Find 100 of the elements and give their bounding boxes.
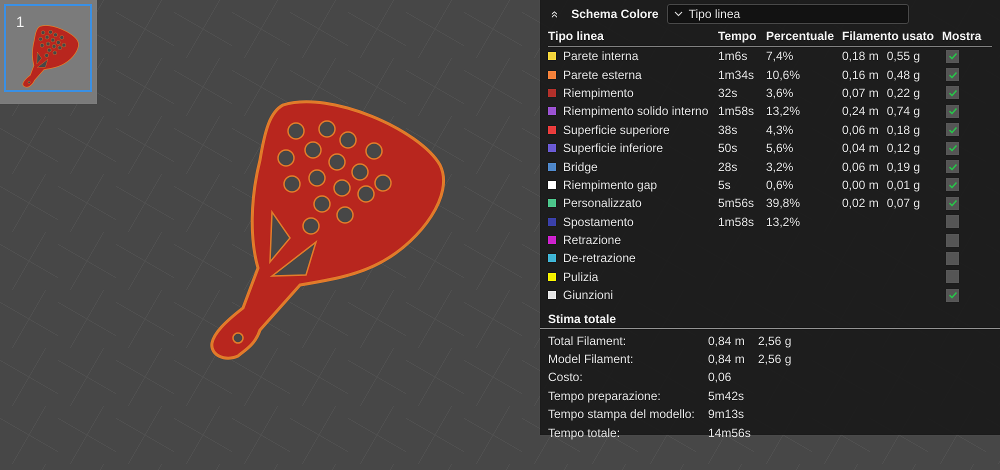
- length-cell-text: 0,06 m: [842, 122, 879, 139]
- estimate-value: 2,56 g: [758, 351, 792, 368]
- checkmark-icon: [948, 124, 958, 135]
- column-header: Percentuale: [766, 26, 842, 47]
- weight-cell-text: 0,22 g: [886, 84, 920, 102]
- plate-number: 1: [16, 14, 24, 31]
- time-cell-text: 28s: [718, 158, 738, 176]
- length-cell-text: 0,24 m: [842, 103, 879, 120]
- estimate-label: Model Filament:: [548, 351, 634, 368]
- column-header: Tempo: [718, 26, 766, 47]
- weight-cell-text: 0,19 g: [886, 158, 920, 176]
- percent-cell-text: 0,6%: [766, 176, 794, 194]
- checkmark-icon: [948, 51, 958, 62]
- line-type-name: Spostamento: [563, 214, 634, 231]
- column-header: Filamento usato: [842, 26, 942, 47]
- estimate-value: 0,06: [708, 369, 732, 386]
- show-checkbox[interactable]: [946, 178, 959, 192]
- show-checkbox[interactable]: [946, 288, 959, 302]
- time-cell-text: 50s: [718, 140, 738, 158]
- time-cell-text: 5s: [718, 176, 732, 194]
- checkmark-icon: [948, 70, 958, 80]
- time-cell-text: 1m6s: [718, 48, 748, 66]
- panel-title: Schema Colore: [571, 7, 659, 21]
- weight-cell-text: 0,48 g: [886, 66, 920, 84]
- show-checkbox[interactable]: [946, 270, 959, 284]
- time-cell-text: 5m56s: [718, 195, 756, 212]
- checkmark-icon: [948, 180, 958, 190]
- percent-cell-text: 7,4%: [766, 48, 794, 66]
- time-cell-text: 1m58s: [718, 103, 756, 120]
- line-type-name: Superficie superiore: [563, 122, 670, 139]
- show-checkbox[interactable]: [946, 196, 959, 210]
- line-type-name: Pulizia: [563, 268, 598, 286]
- checkmark-icon: [948, 162, 958, 172]
- length-cell-text: 0,18 m: [842, 48, 879, 66]
- estimate-value: 0,84 m: [708, 332, 746, 350]
- line-type-name: Riempimento gap: [563, 176, 658, 194]
- weight-cell-text: 0,07 g: [886, 195, 920, 212]
- estimate-value: 5m42s: [708, 388, 746, 405]
- estimate-value: 14m56s: [708, 424, 752, 442]
- length-cell-text: 0,16 m: [842, 66, 879, 84]
- show-checkbox[interactable]: [946, 142, 959, 155]
- section-title: Stima totale: [540, 304, 1000, 330]
- line-type-name: Superficie inferiore: [563, 140, 664, 158]
- time-cell-text: 32s: [718, 84, 738, 102]
- length-cell-text: 0,02 m: [842, 195, 879, 212]
- chevron-down-icon: [674, 11, 683, 17]
- show-checkbox[interactable]: [946, 104, 959, 118]
- show-checkbox[interactable]: [946, 68, 959, 82]
- show-checkbox[interactable]: [946, 50, 959, 63]
- estimate-value: 2,56 g: [758, 332, 792, 350]
- line-type-name: Personalizzato: [563, 195, 642, 212]
- weight-cell-text: 0,55 g: [886, 48, 920, 66]
- percent-cell-text: 39,8%: [766, 195, 802, 212]
- line-type-name: Parete esterna: [563, 66, 642, 84]
- estimate-label: Tempo preparazione:: [548, 388, 662, 405]
- checkmark-icon: [948, 106, 958, 116]
- checkmark-icon: [948, 143, 958, 154]
- time-cell-text: 38s: [718, 122, 738, 139]
- line-type-name: Retrazione: [563, 232, 622, 250]
- percent-cell-text: 3,6%: [766, 84, 794, 102]
- scheme-dropdown[interactable]: Tipo linea: [666, 4, 909, 24]
- percent-cell-text: 4,3%: [766, 122, 794, 139]
- length-cell-text: 0,06 m: [842, 158, 879, 176]
- estimate-value: 9m13s: [708, 406, 746, 424]
- weight-cell-text: 0,01 g: [886, 176, 920, 194]
- column-header: Mostra: [942, 26, 992, 47]
- percent-cell-text: 13,2%: [766, 214, 802, 231]
- weight-cell-text: 0,12 g: [886, 140, 920, 158]
- estimate-label: Tempo stampa del modello:: [548, 406, 696, 424]
- length-cell-text: 0,00 m: [842, 176, 879, 194]
- line-type-name: Parete interna: [563, 48, 638, 66]
- percent-cell-text: 10,6%: [766, 66, 802, 84]
- percent-cell-text: 3,2%: [766, 158, 794, 176]
- weight-cell-text: 0,18 g: [886, 122, 920, 139]
- plate-thumbnail[interactable]: 1: [4, 4, 92, 92]
- line-type-name: De-retrazione: [563, 250, 636, 268]
- percent-cell-text: 13,2%: [766, 103, 802, 120]
- checkmark-icon: [948, 198, 958, 208]
- show-checkbox[interactable]: [946, 160, 959, 174]
- show-checkbox[interactable]: [946, 86, 959, 100]
- estimate-label: Total Filament:: [548, 332, 628, 350]
- show-checkbox[interactable]: [946, 234, 959, 247]
- show-checkbox[interactable]: [946, 123, 959, 136]
- line-type-name: Riempimento: [563, 84, 634, 102]
- show-checkbox[interactable]: [946, 252, 959, 265]
- column-header: Tipo linea: [548, 26, 718, 47]
- line-type-name: Giunzioni: [563, 287, 614, 304]
- length-cell-text: 0,07 m: [842, 84, 879, 102]
- percent-cell-text: 5,6%: [766, 140, 794, 158]
- estimate-label: Costo:: [548, 369, 584, 386]
- show-checkbox[interactable]: [946, 215, 959, 228]
- checkmark-icon: [948, 290, 958, 300]
- line-type-name: Bridge: [563, 158, 598, 176]
- time-cell-text: 1m58s: [718, 214, 756, 231]
- collapse-button[interactable]: «: [548, 6, 564, 22]
- time-cell-text: 1m34s: [718, 66, 756, 84]
- weight-cell-text: 0,74 g: [886, 103, 920, 120]
- estimate-value: 0,84 m: [708, 351, 746, 368]
- checkmark-icon: [948, 88, 958, 98]
- length-cell-text: 0,04 m: [842, 140, 879, 158]
